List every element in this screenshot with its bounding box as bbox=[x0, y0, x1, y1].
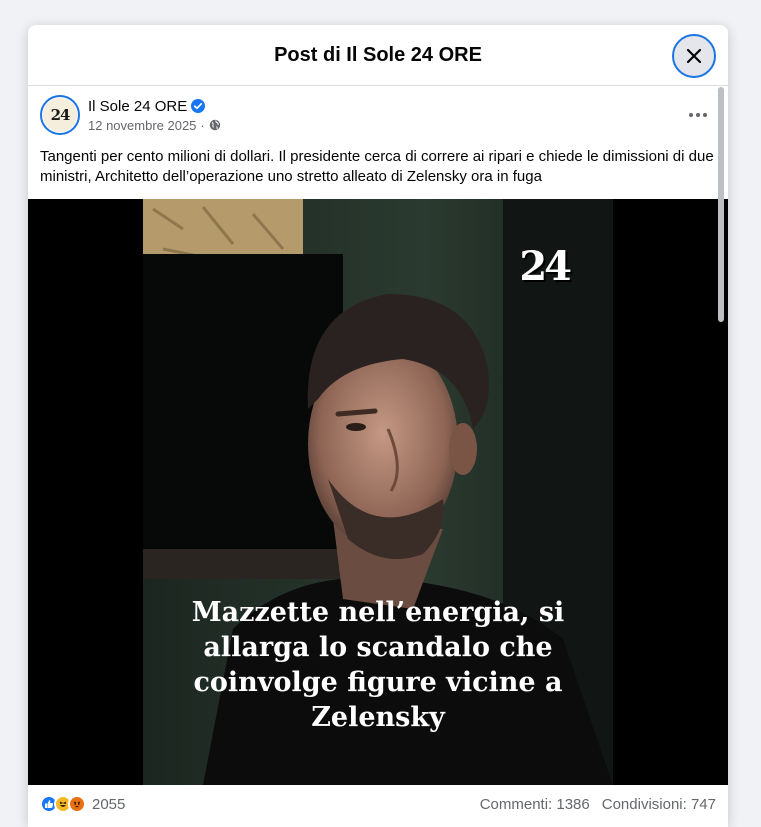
engagement-stats: Commenti: 1386 Condivisioni: 747 bbox=[480, 796, 716, 813]
scrollbar-thumb[interactable] bbox=[718, 87, 724, 322]
comments-count[interactable]: Commenti: 1386 bbox=[480, 796, 590, 813]
video-caption: Mazzette nell’energia, si allarga lo sca… bbox=[191, 597, 565, 733]
globe-icon bbox=[209, 119, 220, 131]
video-container[interactable]: 24 Mazzette nell’energia, si allarga lo … bbox=[28, 199, 728, 785]
author-block: Il Sole 24 ORE 12 novembre 2025 · bbox=[88, 98, 221, 133]
post-meta: 12 novembre 2025 · bbox=[88, 118, 221, 133]
post-header: 24 Il Sole 24 ORE 12 novembre 2025 · bbox=[28, 87, 728, 143]
author-row: Il Sole 24 ORE bbox=[88, 98, 221, 115]
post-dialog: Post di Il Sole 24 ORE 24 Il Sole 24 ORE bbox=[28, 25, 728, 827]
avatar-logo: 24 bbox=[43, 98, 77, 132]
post-text: Tangenti per cento milioni di dollari. I… bbox=[40, 148, 714, 185]
post-date[interactable]: 12 novembre 2025 bbox=[88, 118, 196, 133]
author-name[interactable]: Il Sole 24 ORE bbox=[88, 98, 187, 115]
shares-count[interactable]: Condivisioni: 747 bbox=[602, 796, 716, 813]
more-options-icon bbox=[689, 113, 693, 117]
post-scroll-area[interactable]: 24 Il Sole 24 ORE 12 novembre 2025 · Tan… bbox=[28, 87, 728, 827]
close-icon bbox=[686, 48, 702, 64]
engagement-bar: 2055 Commenti: 1386 Condivisioni: 747 bbox=[28, 785, 728, 823]
dialog-title: Post di Il Sole 24 ORE bbox=[274, 43, 482, 66]
page-avatar[interactable]: 24 bbox=[40, 95, 80, 135]
video-frame[interactable]: 24 Mazzette nell’energia, si allarga lo … bbox=[143, 199, 613, 785]
more-options-button[interactable] bbox=[686, 107, 710, 123]
meta-separator: · bbox=[200, 117, 205, 133]
verified-badge-icon bbox=[191, 99, 206, 113]
video-logo: 24 bbox=[519, 243, 572, 290]
reactions-summary[interactable]: 2055 bbox=[40, 795, 125, 813]
angry-icon bbox=[68, 795, 86, 813]
dialog-header: Post di Il Sole 24 ORE bbox=[28, 25, 728, 86]
reactions-count[interactable]: 2055 bbox=[92, 796, 125, 813]
close-button[interactable] bbox=[672, 34, 716, 78]
